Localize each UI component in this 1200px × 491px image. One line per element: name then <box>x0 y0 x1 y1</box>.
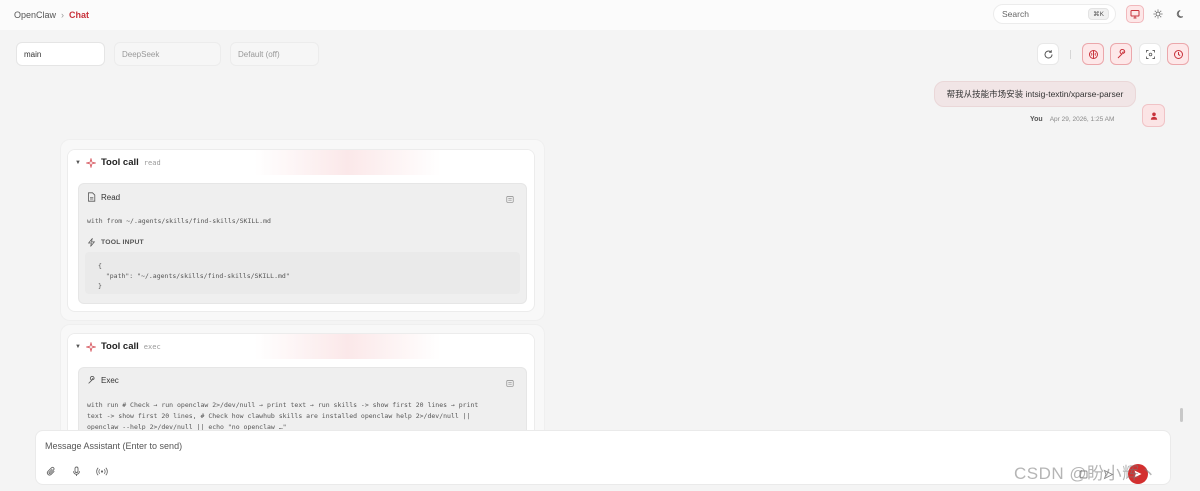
wrench-icon <box>1117 48 1125 58</box>
description-line: text -> show first 20 lines, # Check how… <box>87 412 471 420</box>
tool-call-card: ▼ Tool call read Read with from ~/.agent… <box>67 149 535 312</box>
brain-icon <box>1088 49 1098 59</box>
tool-action-label: Exec <box>101 376 119 385</box>
breadcrumb-separator: › <box>61 10 65 20</box>
sparkle-icon <box>85 341 96 352</box>
user-message-bubble: 帮我从技能市场安装 intsig-textin/xparse-parser <box>934 81 1136 107</box>
focus-button[interactable] <box>1139 43 1161 65</box>
breadcrumb-current: Chat <box>69 10 90 20</box>
tool-input-heading: TOOL INPUT <box>87 238 144 247</box>
tool-call-name: exec <box>143 342 161 351</box>
message-timestamp: Apr 29, 2026, 1:25 AM <box>1049 116 1115 123</box>
breadcrumb: OpenClaw › Chat <box>14 10 89 20</box>
json-line: "path": "~/.agents/skills/find-skills/SK… <box>98 272 290 280</box>
json-line: { <box>98 262 102 270</box>
tool-input-json: { "path": "~/.agents/skills/find-skills/… <box>85 252 520 294</box>
search-shortcut: ⌘K <box>1088 8 1109 20</box>
thinking-toggle[interactable] <box>1082 43 1104 65</box>
bolt-icon <box>87 238 96 247</box>
user-message-meta: You Apr 29, 2026, 1:25 AM <box>1030 116 1114 123</box>
theme-system-button[interactable] <box>1126 5 1144 23</box>
tool-call-title: Tool call <box>100 157 139 168</box>
collapse-caret-icon[interactable]: ▼ <box>75 344 81 350</box>
microphone-icon[interactable] <box>71 466 82 477</box>
tool-action-label: Read <box>101 192 121 202</box>
user-avatar <box>1142 104 1165 127</box>
thinking-select[interactable]: Default (off) <box>230 42 319 66</box>
sun-icon <box>1153 9 1163 19</box>
tool-call-card: ▼ Tool call exec Exec with run # Check →… <box>67 333 535 443</box>
document-icon <box>88 192 96 202</box>
tool-call-header[interactable]: ▼ Tool call read <box>68 150 534 175</box>
copy-icon[interactable] <box>506 195 514 203</box>
user-message-text: 帮我从技能市场安装 intsig-textin/xparse-parser <box>946 89 1124 99</box>
toolbar-divider <box>1070 50 1071 59</box>
search-box[interactable]: Search ⌘K <box>993 4 1116 24</box>
tool-description: with from ~/.agents/skills/find-skills/S… <box>87 217 271 225</box>
tool-action-heading: Exec <box>87 376 119 385</box>
refresh-button[interactable] <box>1037 43 1059 65</box>
message-author: You <box>1030 116 1043 123</box>
tool-call-name: read <box>143 158 161 167</box>
moon-icon <box>1176 10 1184 18</box>
json-line: } <box>98 282 102 290</box>
theme-light-button[interactable] <box>1149 5 1167 23</box>
collapse-caret-icon[interactable]: ▼ <box>75 160 81 166</box>
composer-tools <box>46 466 108 477</box>
tool-action-heading: Read <box>87 192 120 202</box>
session-select[interactable]: main <box>16 42 105 66</box>
tool-call-header[interactable]: ▼ Tool call exec <box>68 334 534 359</box>
focus-icon <box>1145 49 1155 59</box>
monitor-icon <box>1130 10 1140 19</box>
wrench-icon <box>88 376 95 384</box>
chat-scrollbar[interactable] <box>1180 408 1183 422</box>
clock-icon <box>1173 49 1183 59</box>
tool-input-label: TOOL INPUT <box>101 239 144 246</box>
refresh-icon <box>1044 49 1053 59</box>
tool-description: with run # Check → run openclaw 2>/dev/n… <box>87 400 512 433</box>
sparkle-icon <box>85 157 96 168</box>
description-line: with run # Check → run openclaw 2>/dev/n… <box>87 401 479 409</box>
breadcrumb-app[interactable]: OpenClaw <box>14 10 56 20</box>
user-icon <box>1150 112 1157 120</box>
theme-dark-button[interactable] <box>1172 5 1190 23</box>
copy-icon[interactable] <box>506 379 514 387</box>
broadcast-icon[interactable] <box>96 466 108 477</box>
tool-call-detail: Read with from ~/.agents/skills/find-ski… <box>78 183 527 304</box>
search-placeholder: Search <box>1002 9 1029 19</box>
model-value: DeepSeek <box>122 49 160 59</box>
composer-input[interactable]: Message Assistant (Enter to send) <box>45 441 182 451</box>
watermark-text: CSDN @盼小辉丶 <box>1014 464 1158 483</box>
session-value: main <box>24 49 42 59</box>
tools-toggle[interactable] <box>1110 43 1132 65</box>
model-select[interactable]: DeepSeek <box>114 42 221 66</box>
paperclip-icon[interactable] <box>46 466 57 477</box>
history-toggle[interactable] <box>1167 43 1189 65</box>
thinking-value: Default (off) <box>238 49 280 59</box>
message-composer[interactable]: Message Assistant (Enter to send) <box>35 430 1171 485</box>
theme-switcher <box>1126 4 1190 24</box>
tool-call-title: Tool call <box>100 341 139 352</box>
